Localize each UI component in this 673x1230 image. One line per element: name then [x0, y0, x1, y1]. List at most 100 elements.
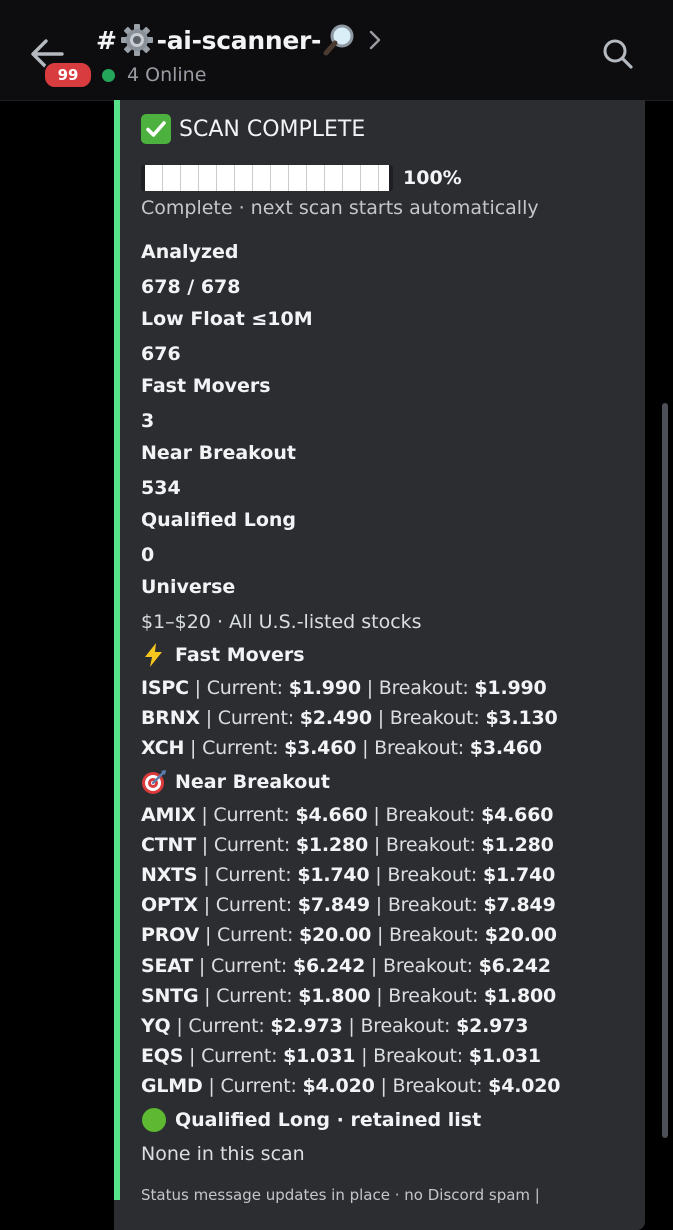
ticker-symbol: XCH [141, 737, 185, 760]
field-value: 676 [141, 343, 181, 365]
current-label: Current: [188, 1014, 271, 1037]
current-price: $1.280 [295, 834, 368, 857]
ticker-symbol: AMIX [141, 804, 196, 826]
online-dot-icon [102, 68, 115, 82]
ticker-symbol: OPTX [141, 894, 198, 917]
target-icon [141, 769, 167, 795]
current-price: $2.490 [299, 707, 372, 730]
separator: | [356, 737, 375, 760]
separator: | [342, 1014, 361, 1037]
breakout-price: $1.740 [482, 864, 556, 887]
field-name: Near Breakout [141, 442, 296, 464]
embed-footer: Status message updates in place · no Dis… [141, 1186, 540, 1204]
current-price: $6.242 [292, 954, 366, 977]
separator: | [193, 954, 211, 977]
breakout-label: Breakout: [392, 1074, 489, 1097]
embed-title: SCAN COMPLETE [179, 116, 366, 142]
current-label: Current: [220, 1074, 303, 1097]
separator: | [199, 707, 218, 730]
breakout-price: $4.020 [488, 1074, 561, 1097]
gear-icon [119, 22, 155, 58]
ticker-row: XCH | Current: $3.460 | Breakout: $3.460 [141, 737, 542, 759]
qualified-long-heading: Qualified Long · retained list [141, 1107, 481, 1133]
separator: | [188, 677, 207, 699]
separator: | [170, 1014, 189, 1037]
separator: | [198, 984, 217, 1007]
ticker-row: BRNX | Current: $2.490 | Breakout: $3.13… [141, 707, 558, 729]
channel-header: 99 # -ai-scanner- 4 Online [0, 0, 673, 101]
current-label: Current: [206, 677, 289, 699]
breakout-price: $3.130 [485, 707, 558, 730]
ticker-row: CTNT | Current: $1.280 | Breakout: $1.28… [141, 834, 554, 856]
separator: | [371, 924, 390, 947]
ticker-row: PROV | Current: $20.00 | Breakout: $20.0… [141, 924, 557, 946]
embed-title-row: SCAN COMPLETE [141, 114, 365, 144]
breakout-label: Breakout: [385, 804, 482, 826]
breakout-label: Breakout: [387, 894, 484, 917]
field-name: Fast Movers [141, 375, 271, 397]
field-name: Universe [141, 576, 236, 598]
channel-title[interactable]: # -ai-scanner- [96, 20, 383, 60]
breakout-price: $2.973 [456, 1014, 529, 1037]
separator: | [183, 1044, 202, 1067]
field-name: Low Float ≤10M [141, 308, 313, 330]
magnifier-icon [321, 22, 357, 58]
current-label: Current: [202, 737, 285, 760]
separator: | [371, 707, 390, 730]
breakout-price: $6.242 [478, 954, 551, 977]
breakout-label: Breakout: [374, 737, 470, 760]
current-price: $1.740 [297, 864, 370, 887]
ticker-row: EQS | Current: $1.031 | Breakout: $1.031 [141, 1045, 541, 1067]
search-icon[interactable] [600, 36, 636, 72]
channel-name: -ai-scanner- [156, 25, 322, 55]
current-label: Current: [213, 834, 296, 857]
current-label: Current: [215, 864, 298, 887]
qualified-long-value: None in this scan [141, 1143, 305, 1165]
fast-movers-heading: Fast Movers [141, 642, 305, 668]
current-price: $4.020 [302, 1074, 375, 1097]
separator: | [199, 924, 217, 947]
breakout-label: Breakout: [389, 707, 486, 730]
current-price: $1.031 [283, 1044, 356, 1067]
field-name: Analyzed [141, 241, 239, 263]
current-price: $4.660 [295, 804, 368, 826]
separator: | [370, 984, 389, 1007]
green-circle-icon [141, 1107, 167, 1133]
ticker-symbol: ISPC [141, 677, 189, 699]
separator: | [184, 737, 203, 760]
current-price: $1.800 [298, 984, 371, 1007]
breakout-label: Breakout: [388, 984, 484, 1007]
separator: | [197, 894, 216, 917]
current-price: $7.849 [297, 894, 370, 917]
current-label: Current: [215, 894, 298, 917]
check-mark-icon [141, 114, 171, 144]
scrollbar[interactable] [662, 403, 668, 1138]
ticker-symbol: SNTG [141, 984, 199, 1007]
fast-movers-title: Fast Movers [175, 644, 305, 666]
field-value: 0 [141, 544, 155, 566]
breakout-price: $3.460 [469, 737, 542, 760]
scan-status: Complete · next scan starts automaticall… [141, 197, 539, 219]
ticker-row: OPTX | Current: $7.849 | Breakout: $7.84… [141, 894, 556, 916]
ticker-symbol: YQ [141, 1014, 171, 1037]
breakout-label: Breakout: [360, 1014, 457, 1037]
ticker-row: YQ | Current: $2.973 | Breakout: $2.973 [141, 1015, 528, 1037]
field-value: 3 [141, 410, 155, 432]
progress-bar [141, 165, 393, 191]
progress-percent: 100% [403, 167, 462, 189]
separator: | [367, 804, 386, 826]
online-status: 4 Online [102, 62, 206, 88]
progress-bar-fill [145, 165, 389, 191]
ticker-row: SEAT | Current: $6.242 | Breakout: $6.24… [141, 955, 551, 977]
embed-accent-bar [114, 100, 120, 1200]
breakout-price: $7.849 [483, 894, 556, 917]
separator: | [202, 1074, 221, 1097]
progress-row: 100% [141, 165, 462, 191]
separator: | [365, 954, 383, 977]
ticker-symbol: EQS [141, 1044, 184, 1067]
breakout-label: Breakout: [385, 834, 482, 857]
field-value: 534 [141, 477, 181, 499]
qualified-long-title: Qualified Long · retained list [175, 1109, 482, 1131]
breakout-price: $20.00 [484, 924, 557, 947]
ticker-symbol: SEAT [141, 954, 194, 977]
